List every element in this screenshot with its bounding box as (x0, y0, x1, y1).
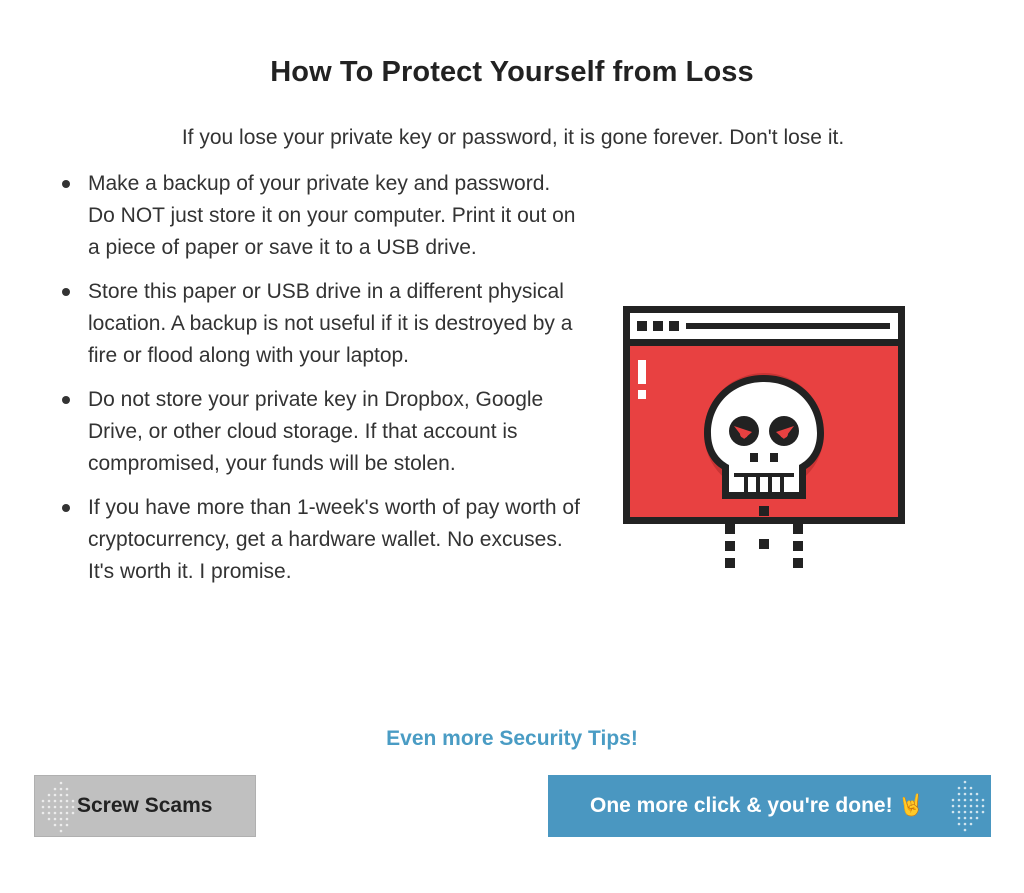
bullet-icon (62, 504, 70, 512)
screw-scams-label: Screw Scams (77, 794, 213, 817)
page-title: How To Protect Yourself from Loss (270, 56, 754, 88)
tip-text: Store this paper or USB drive in a diffe… (88, 280, 573, 367)
tip-text: Do not store your private key in Dropbox… (88, 388, 544, 475)
list-item: Make a backup of your private key and pa… (62, 168, 582, 264)
list-item: If you have more than 1-week's worth of … (62, 492, 582, 588)
list-item: Do not store your private key in Dropbox… (62, 384, 582, 480)
tip-text: If you have more than 1-week's worth of … (88, 496, 580, 583)
dot-pattern-icon (951, 780, 985, 832)
finish-button[interactable]: One more click & you're done! 🤘 (548, 775, 991, 837)
intro-text-content: If you lose your private key or password… (181, 126, 845, 149)
bullet-icon (62, 396, 70, 404)
list-item: Store this paper or USB drive in a diffe… (62, 276, 582, 372)
security-tips-list: Make a backup of your private key and pa… (62, 168, 582, 600)
bullet-icon (62, 288, 70, 296)
intro-text: If you lose your private key or password… (0, 126, 1024, 150)
tip-text: Make a backup of your private key and pa… (88, 172, 576, 259)
screw-scams-button[interactable]: Screw Scams (34, 775, 256, 837)
more-security-tips-link[interactable]: Even more Security Tips! (0, 727, 1024, 751)
bullet-icon (62, 180, 70, 188)
browser-window-skull-icon (620, 303, 910, 571)
dot-pattern-icon (41, 781, 75, 833)
finish-button-label: One more click & you're done! 🤘 (590, 794, 925, 817)
